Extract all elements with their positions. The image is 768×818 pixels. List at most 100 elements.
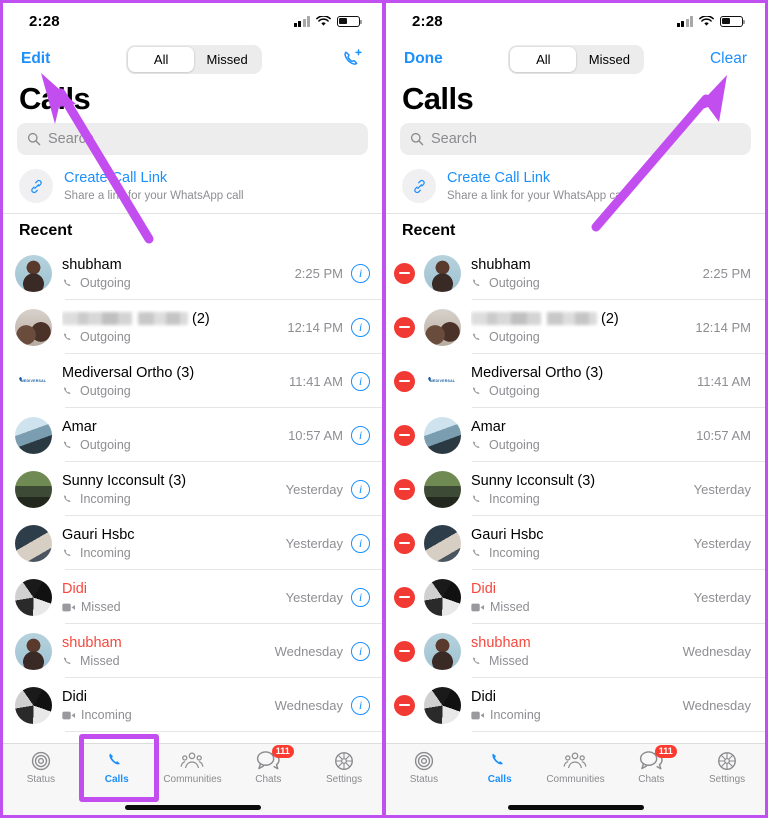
call-log-row[interactable]: Didi Missed Yesterday xyxy=(386,570,765,624)
call-row-meta: Amar Outgoing xyxy=(471,418,690,452)
call-direction-label: Incoming xyxy=(81,708,132,723)
call-time: 11:41 AM xyxy=(289,373,343,389)
segment-missed[interactable]: Missed xyxy=(194,47,260,72)
delete-call-button[interactable] xyxy=(394,694,415,716)
recent-section-header: Recent xyxy=(19,222,73,239)
tab-settings[interactable]: Settings xyxy=(689,749,765,785)
tab-chats[interactable]: 111 Chats xyxy=(613,745,689,785)
communities-icon xyxy=(564,752,587,768)
create-call-link-row[interactable]: Create Call Link Share a link for your W… xyxy=(3,163,382,214)
new-call-button[interactable] xyxy=(338,48,364,70)
calls-filter-segmented-control[interactable]: All Missed xyxy=(126,44,263,74)
call-info-button[interactable]: i xyxy=(351,533,370,553)
edit-button[interactable]: Edit xyxy=(21,50,50,68)
clear-button[interactable]: Clear xyxy=(710,50,747,68)
contact-name: shubham xyxy=(471,256,531,273)
tab-status[interactable]: Status xyxy=(386,749,462,785)
tab-status[interactable]: Status xyxy=(3,749,79,785)
call-log-row[interactable]: shubham Outgoing 2:25 PM i xyxy=(3,246,382,300)
call-info-button[interactable]: i xyxy=(351,263,370,283)
call-info-button[interactable]: i xyxy=(351,641,370,661)
call-log-row[interactable]: shubham Outgoing 2:25 PM xyxy=(386,246,765,300)
call-direction-label: Outgoing xyxy=(489,330,540,345)
call-info-button[interactable]: i xyxy=(351,317,370,337)
contact-name: shubham xyxy=(62,256,122,273)
call-direction-label: Missed xyxy=(81,600,121,615)
call-log-row[interactable]: Didi Incoming Wednesday xyxy=(386,678,765,732)
calls-filter-segmented-control[interactable]: All Missed xyxy=(508,44,645,74)
delete-call-button[interactable] xyxy=(394,316,415,338)
tab-communities[interactable]: Communities xyxy=(155,749,231,785)
phone-icon xyxy=(473,386,480,394)
call-log-row[interactable]: Amar Outgoing 10:57 AM xyxy=(386,408,765,462)
call-log-row[interactable]: Didi Missed Yesterday i xyxy=(3,570,382,624)
segment-all[interactable]: All xyxy=(510,46,577,72)
call-log-row[interactable]: Sunny Icconsult (3) Incoming Yesterday i xyxy=(3,462,382,516)
call-row-meta: Gauri Hsbc Incoming xyxy=(62,526,280,560)
call-log-row[interactable]: (2) Outgoing 12:14 PM i xyxy=(3,300,382,354)
call-time: 2:25 PM xyxy=(702,265,751,281)
done-button[interactable]: Done xyxy=(404,50,443,68)
search-icon xyxy=(410,132,424,146)
call-direction: Incoming xyxy=(471,708,677,722)
delete-call-button[interactable] xyxy=(394,586,415,608)
call-time: Wednesday xyxy=(274,697,343,713)
tab-chats[interactable]: 111 Chats xyxy=(230,745,306,785)
tab-settings[interactable]: Settings xyxy=(306,749,382,785)
status-rings-icon xyxy=(30,749,52,772)
call-info-button[interactable]: i xyxy=(351,695,370,715)
avatar xyxy=(424,524,461,562)
delete-call-button[interactable] xyxy=(394,370,415,392)
call-row-meta: (2) Outgoing xyxy=(62,310,281,344)
call-info-button[interactable]: i xyxy=(351,479,370,499)
left-phone-panel: 2:28 Edit All Missed Calls Search Create… xyxy=(0,0,384,818)
call-log-row[interactable]: Amar Outgoing 10:57 AM i xyxy=(3,408,382,462)
call-log-row[interactable]: Sunny Icconsult (3) Incoming Yesterday xyxy=(386,462,765,516)
call-log-row[interactable]: MEDIVERSAL Mediversal Ortho (3) Outgoing 11… xyxy=(3,354,382,408)
delete-call-button[interactable] xyxy=(394,262,415,284)
call-row-meta: Didi Incoming xyxy=(471,688,677,722)
call-count: (2) xyxy=(192,310,210,327)
call-info-button[interactable]: i xyxy=(351,425,370,445)
chat-bubbles-icon: 111 xyxy=(256,745,294,772)
search-input[interactable]: Search xyxy=(400,123,751,155)
tab-label: Communities xyxy=(163,774,222,785)
call-direction-label: Incoming xyxy=(489,546,540,561)
call-log-row[interactable]: shubham Missed Wednesday xyxy=(386,624,765,678)
segment-missed[interactable]: Missed xyxy=(576,47,642,72)
tab-calls[interactable]: Calls xyxy=(79,749,155,785)
left-tab-bar: Status Calls Communities 111 Chats Settings xyxy=(3,743,382,799)
contact-name: shubham xyxy=(62,634,122,651)
call-info-button[interactable]: i xyxy=(351,587,370,607)
gear-icon xyxy=(716,749,738,772)
call-direction: Incoming xyxy=(471,546,688,560)
call-log-row[interactable]: Didi Incoming Wednesday i xyxy=(3,678,382,732)
call-direction-label: Missed xyxy=(489,654,529,669)
tab-label: Calls xyxy=(104,774,129,785)
call-direction-label: Incoming xyxy=(80,546,131,561)
delete-call-button[interactable] xyxy=(394,532,415,554)
segment-all[interactable]: All xyxy=(128,46,195,72)
call-direction-label: Missed xyxy=(80,654,120,669)
call-log-row[interactable]: Gauri Hsbc Incoming Yesterday i xyxy=(3,516,382,570)
call-direction: Missed xyxy=(62,600,280,614)
call-info-button[interactable]: i xyxy=(351,371,370,391)
call-log-row[interactable]: (2) Outgoing 12:14 PM xyxy=(386,300,765,354)
call-log-row[interactable]: shubham Missed Wednesday i xyxy=(3,624,382,678)
page-title: Calls xyxy=(19,81,91,116)
left-screen: 2:28 Edit All Missed Calls Search Create… xyxy=(3,3,382,815)
home-indicator-area xyxy=(386,799,765,815)
delete-call-button[interactable] xyxy=(394,640,415,662)
call-log-row[interactable]: Gauri Hsbc Incoming Yesterday xyxy=(386,516,765,570)
contact-name: Mediversal Ortho (3) xyxy=(62,364,195,381)
delete-call-button[interactable] xyxy=(394,478,415,500)
contact-name: Gauri Hsbc xyxy=(62,526,135,543)
search-input[interactable]: Search xyxy=(17,123,368,155)
call-row-meta: Didi Missed xyxy=(62,580,280,614)
delete-call-button[interactable] xyxy=(394,424,415,446)
tab-communities[interactable]: Communities xyxy=(538,749,614,785)
create-call-link-row[interactable]: Create Call Link Share a link for your W… xyxy=(386,163,765,214)
call-log-row[interactable]: MEDIVERSAL Mediversal Ortho (3) Outgoing 11… xyxy=(386,354,765,408)
call-direction-label: Outgoing xyxy=(80,276,131,291)
tab-calls[interactable]: Calls xyxy=(462,749,538,785)
